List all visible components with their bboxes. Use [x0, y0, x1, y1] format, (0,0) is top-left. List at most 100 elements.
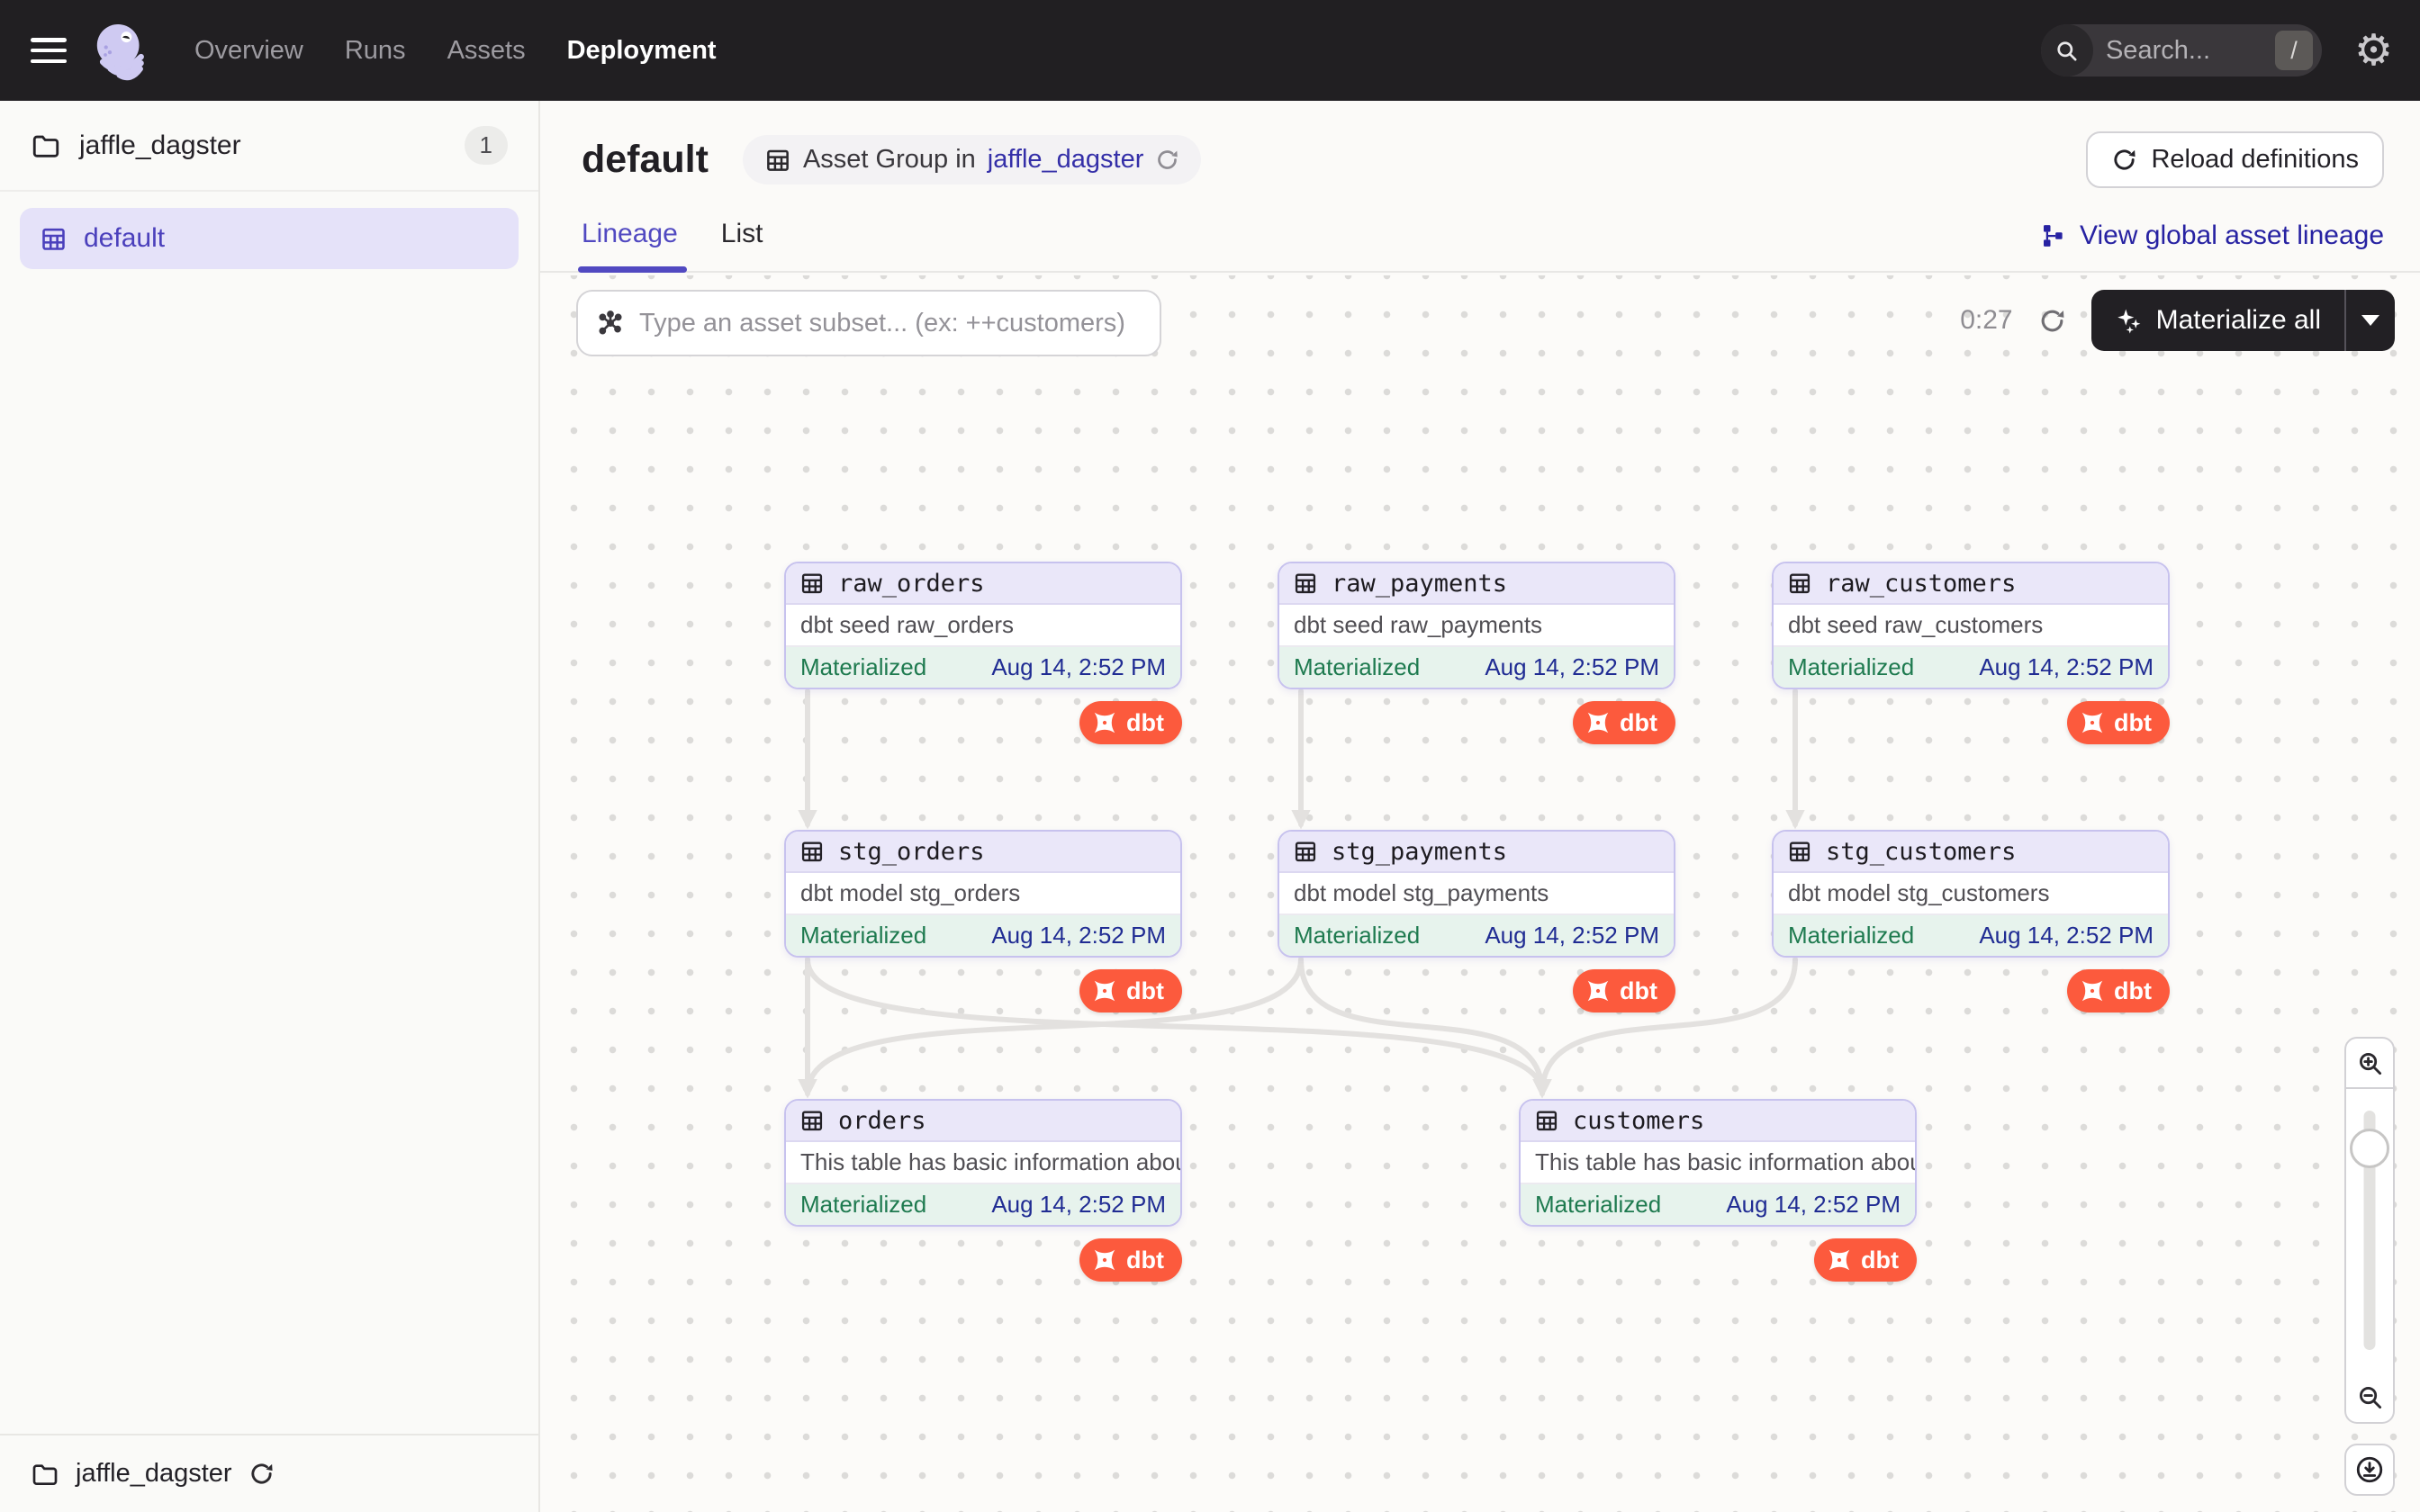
asset-status: Materialized — [1294, 653, 1420, 681]
nav-item-assets[interactable]: Assets — [447, 36, 526, 66]
repo-link[interactable]: jaffle_dagster — [988, 145, 1144, 175]
dbt-badge-label: dbt — [1126, 1246, 1164, 1274]
sidebar-item-default[interactable]: default — [20, 208, 519, 269]
dbt-badge[interactable]: dbt — [1814, 1238, 1917, 1282]
asset-status: Materialized — [800, 922, 926, 950]
sidebar-footer: jaffle_dagster — [0, 1434, 538, 1512]
dbt-badge-label: dbt — [2114, 977, 2152, 1005]
nav-item-deployment[interactable]: Deployment — [567, 36, 717, 66]
asset-timestamp[interactable]: Aug 14, 2:52 PM — [991, 1191, 1166, 1219]
dbt-logo-icon — [2079, 709, 2106, 736]
main-panel: default Asset Group in jaffle_dagster — [540, 101, 2420, 1512]
dbt-logo-icon — [1091, 709, 1118, 736]
table-icon — [1293, 571, 1318, 596]
menu-icon[interactable] — [27, 32, 70, 68]
asset-timestamp[interactable]: Aug 14, 2:52 PM — [1485, 922, 1659, 950]
asset-name: raw_orders — [838, 570, 985, 598]
sidebar: jaffle_dagster 1 default — [0, 101, 540, 1512]
zoom-out-button[interactable] — [2344, 1372, 2395, 1424]
search-shortcut-key: / — [2275, 31, 2313, 70]
dbt-badge[interactable]: dbt — [2067, 701, 2170, 744]
zoom-in-icon — [2356, 1049, 2384, 1077]
table-icon — [1534, 1108, 1559, 1133]
table-icon — [1787, 571, 1812, 596]
asset-name: raw_customers — [1826, 570, 2016, 598]
dbt-badge[interactable]: dbt — [1573, 701, 1675, 744]
folder-icon — [31, 1460, 59, 1489]
top-nav: Overview Runs Assets Deployment / ⚙ — [0, 0, 2420, 101]
asset-node-raw_payments[interactable]: raw_payments dbt seed raw_payments Mater… — [1278, 562, 1675, 689]
op-selector-icon — [596, 309, 625, 338]
asset-filter-box — [576, 290, 1161, 356]
refresh-timer: 0:27 — [1960, 305, 2012, 336]
dbt-logo-icon — [1091, 1246, 1118, 1274]
asset-node-orders[interactable]: orders This table has basic information … — [784, 1099, 1182, 1227]
dbt-badge[interactable]: dbt — [1079, 1238, 1182, 1282]
asset-node-customers[interactable]: customers This table has basic informati… — [1519, 1099, 1917, 1227]
zoom-in-button[interactable] — [2344, 1037, 2395, 1089]
refresh-icon[interactable] — [1155, 148, 1179, 172]
download-image-button[interactable] — [2344, 1444, 2395, 1496]
refresh-icon[interactable] — [248, 1461, 275, 1487]
materialize-all-button[interactable]: Materialize all — [2091, 290, 2395, 351]
chevron-down-icon — [2361, 315, 2379, 326]
tab-list[interactable]: List — [721, 219, 763, 271]
dbt-badge[interactable]: dbt — [1079, 969, 1182, 1012]
asset-node-raw_customers[interactable]: raw_customers dbt seed raw_customers Mat… — [1772, 562, 2170, 689]
search-box[interactable]: / — [2041, 24, 2322, 76]
asset-name: stg_orders — [838, 838, 985, 866]
asset-timestamp[interactable]: Aug 14, 2:52 PM — [1726, 1191, 1901, 1219]
asset-timestamp[interactable]: Aug 14, 2:52 PM — [1485, 653, 1659, 681]
refresh-icon[interactable] — [2038, 307, 2066, 335]
asset-node-stg_orders[interactable]: stg_orders dbt model stg_orders Material… — [784, 830, 1182, 958]
page-title: default — [582, 138, 709, 182]
search-input[interactable] — [2106, 36, 2241, 66]
asset-subset-input[interactable] — [639, 309, 1142, 338]
dbt-badge-label: dbt — [2114, 709, 2152, 737]
divider — [0, 190, 538, 192]
dbt-badge-label: dbt — [1126, 709, 1164, 737]
dbt-badge-label: dbt — [1620, 977, 1657, 1005]
asset-group-icon — [40, 225, 68, 253]
asset-description: dbt seed raw_orders — [786, 605, 1180, 647]
zoom-controls — [2344, 1037, 2395, 1496]
zoom-slider[interactable] — [2344, 1089, 2395, 1372]
repo-name: jaffle_dagster — [79, 130, 241, 161]
view-global-asset-lineage-link[interactable]: View global asset lineage — [2039, 220, 2384, 271]
gear-icon[interactable]: ⚙ — [2354, 29, 2393, 72]
dbt-badge-label: dbt — [1620, 709, 1657, 737]
tabs: Lineage List View global asset lineage — [540, 219, 2420, 273]
tab-lineage[interactable]: Lineage — [582, 219, 678, 271]
asset-timestamp[interactable]: Aug 14, 2:52 PM — [991, 922, 1166, 950]
tag-prefix: Asset Group in — [803, 145, 976, 175]
lineage-canvas[interactable]: 0:27 Materialize all — [540, 275, 2420, 1512]
asset-node-raw_orders[interactable]: raw_orders dbt seed raw_orders Materiali… — [784, 562, 1182, 689]
asset-timestamp[interactable]: Aug 14, 2:52 PM — [1979, 653, 2154, 681]
sidebar-repo-row[interactable]: jaffle_dagster 1 — [0, 101, 538, 190]
asset-status: Materialized — [800, 1191, 926, 1219]
asset-name: stg_customers — [1826, 838, 2016, 866]
asset-timestamp[interactable]: Aug 14, 2:52 PM — [991, 653, 1166, 681]
asset-description: dbt model stg_orders — [786, 873, 1180, 915]
download-icon — [2354, 1454, 2385, 1485]
asset-node-stg_payments[interactable]: stg_payments dbt model stg_payments Mate… — [1278, 830, 1675, 958]
lineage-graph-icon — [2039, 222, 2066, 249]
dbt-badge[interactable]: dbt — [1573, 969, 1675, 1012]
asset-description: dbt seed raw_customers — [1774, 605, 2168, 647]
nav-item-runs[interactable]: Runs — [345, 36, 406, 66]
reload-label: Reload definitions — [2151, 145, 2359, 175]
dbt-badge[interactable]: dbt — [2067, 969, 2170, 1012]
asset-node-stg_customers[interactable]: stg_customers dbt model stg_customers Ma… — [1772, 830, 2170, 958]
reload-definitions-button[interactable]: Reload definitions — [2086, 131, 2384, 188]
asset-status: Materialized — [1788, 922, 1914, 950]
dagster-logo-icon — [90, 20, 151, 81]
asset-name: orders — [838, 1107, 926, 1135]
asset-description: dbt model stg_payments — [1279, 873, 1674, 915]
nav-item-overview[interactable]: Overview — [194, 36, 303, 66]
materialize-dropdown-button[interactable] — [2346, 290, 2395, 351]
sparkle-icon — [2115, 307, 2143, 335]
asset-timestamp[interactable]: Aug 14, 2:52 PM — [1979, 922, 2154, 950]
dbt-badge-label: dbt — [1126, 977, 1164, 1005]
dbt-badge[interactable]: dbt — [1079, 701, 1182, 744]
zoom-slider-thumb[interactable] — [2350, 1129, 2389, 1168]
